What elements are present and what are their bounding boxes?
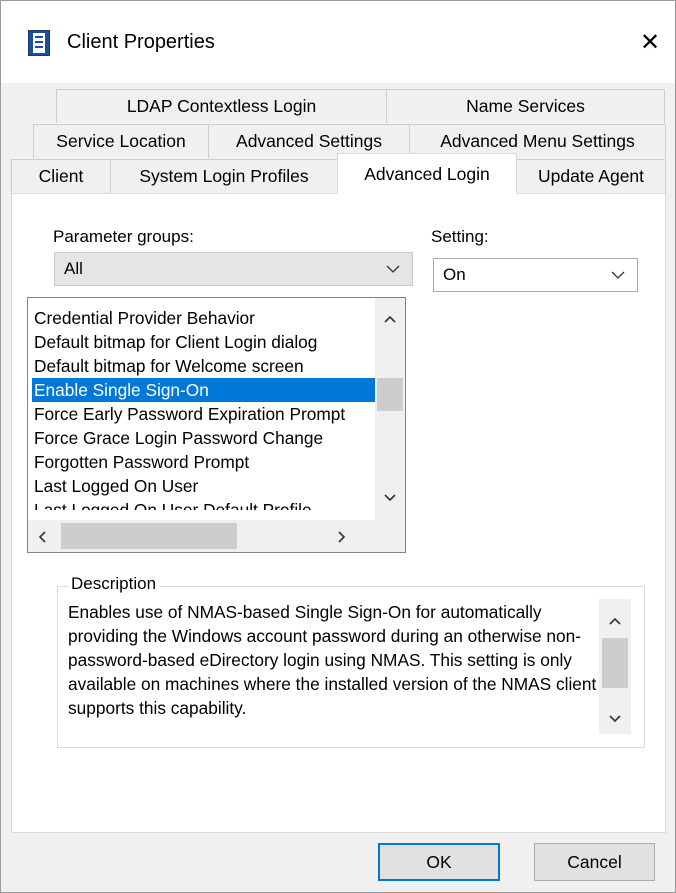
tab-label: LDAP Contextless Login — [126, 96, 317, 116]
tab-label: Advanced Menu Settings — [440, 131, 635, 151]
parameters-listbox[interactable]: Credential Provider Behavior Default bit… — [27, 297, 406, 553]
list-horizontal-scrollbar[interactable] — [28, 520, 376, 552]
parameter-groups-value: All — [64, 259, 83, 278]
list-item[interactable]: Force Early Password Expiration Prompt — [32, 402, 377, 426]
scroll-left-icon[interactable] — [38, 531, 46, 543]
close-button[interactable]: ✕ — [625, 19, 675, 65]
ok-button[interactable]: OK — [378, 843, 500, 881]
setting-value: On — [443, 265, 466, 284]
list-item-selected[interactable]: Enable Single Sign-On — [32, 378, 377, 402]
list-item[interactable]: Forgotten Password Prompt — [32, 450, 377, 474]
properties-document-icon — [28, 30, 50, 56]
list-item[interactable]: Default bitmap for Client Login dialog — [32, 330, 377, 354]
parameter-groups-dropdown[interactable]: All — [54, 252, 413, 286]
tab-service-location[interactable]: Service Location — [33, 124, 209, 158]
tab-system-login-profiles[interactable]: System Login Profiles — [110, 159, 338, 193]
description-scroll-thumb[interactable] — [602, 638, 628, 688]
tab-label: Client — [38, 166, 84, 186]
list-horizontal-scroll-thumb[interactable] — [61, 523, 237, 549]
cancel-button-label: Cancel — [567, 851, 622, 872]
tab-label: Update Agent — [537, 166, 645, 186]
tab-ldap-contextless-login[interactable]: LDAP Contextless Login — [56, 89, 387, 123]
chevron-down-icon — [611, 271, 625, 279]
title-bar[interactable]: Client Properties ✕ — [1, 1, 675, 83]
list-item[interactable]: Last Logged On User — [32, 474, 377, 498]
list-vertical-scrollbar[interactable] — [375, 298, 405, 518]
description-vertical-scrollbar[interactable] — [599, 599, 631, 734]
cancel-button[interactable]: Cancel — [534, 843, 655, 881]
tab-label: Advanced Settings — [236, 131, 382, 151]
scroll-down-icon[interactable] — [609, 715, 621, 723]
tab-advanced-login[interactable]: Advanced Login — [337, 153, 517, 194]
ok-button-label: OK — [426, 851, 452, 872]
close-icon: ✕ — [639, 28, 661, 56]
chevron-down-icon — [386, 265, 400, 273]
tab-label: Advanced Login — [364, 163, 490, 184]
list-item[interactable]: Credential Provider Behavior — [32, 306, 377, 330]
scroll-up-icon[interactable] — [384, 315, 396, 323]
scroll-right-icon[interactable] — [338, 531, 346, 543]
list-item[interactable]: Last Logged On User Default Profile — [32, 498, 377, 510]
scrollbar-corner — [375, 518, 405, 552]
tab-label: System Login Profiles — [139, 166, 309, 186]
tab-label: Service Location — [56, 131, 186, 151]
list-vertical-scroll-thumb[interactable] — [377, 378, 403, 411]
tab-client[interactable]: Client — [11, 159, 111, 193]
list-item[interactable]: Default bitmap for Welcome screen — [32, 354, 377, 378]
window-title: Client Properties — [67, 31, 215, 53]
client-properties-dialog: Client Properties ✕ LDAP Contextless Log… — [0, 0, 676, 893]
list-item[interactable]: Force Grace Login Password Change — [32, 426, 377, 450]
tab-update-agent[interactable]: Update Agent — [516, 159, 666, 193]
tab-name-services[interactable]: Name Services — [386, 89, 665, 123]
tab-label: Name Services — [466, 96, 585, 116]
scroll-down-icon[interactable] — [384, 494, 396, 502]
scroll-up-icon[interactable] — [609, 617, 621, 625]
setting-dropdown[interactable]: On — [433, 258, 638, 292]
